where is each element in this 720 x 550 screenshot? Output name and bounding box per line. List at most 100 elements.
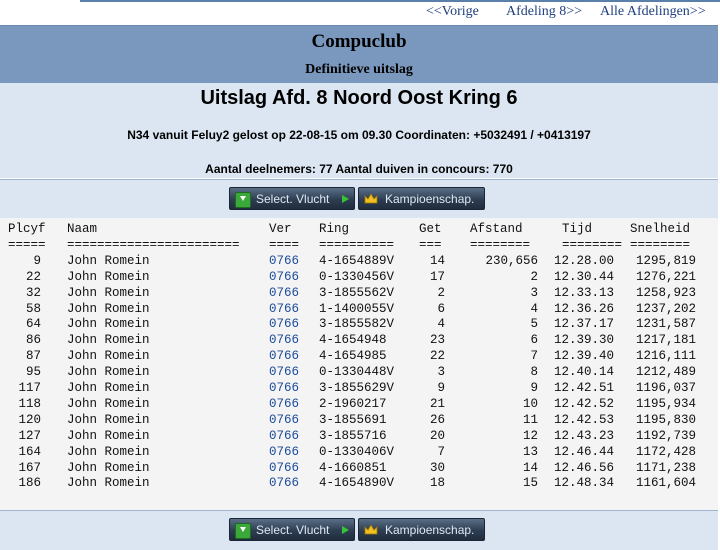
cell-afstand: 2 (530, 269, 538, 284)
nav-all-sections-link[interactable]: Alle Afdelingen>> (600, 4, 706, 20)
select-flight-label: Select. Vlucht (256, 523, 330, 537)
ver-link[interactable]: 0766 (269, 461, 303, 475)
ver-link[interactable]: 0766 (269, 397, 303, 411)
cell-ring: 3-1855629V (319, 381, 395, 395)
cell-naam: John Romein (67, 269, 150, 284)
cell-snelheid: 1217,181 (635, 333, 696, 348)
cell-afstand: 6 (530, 333, 538, 348)
cell-naam: John Romein (67, 317, 150, 332)
cell-plcyf: 117 (18, 381, 41, 395)
cell-snelheid: 1192,739 (635, 428, 696, 443)
cell-naam: John Romein (67, 253, 150, 268)
header-ring: ========== (319, 237, 395, 252)
cell-plcyf: 87 (25, 349, 41, 364)
header-plcyf: ===== (8, 237, 46, 252)
cell-naam: John Romein (67, 381, 150, 395)
ver-link[interactable]: 0766 (269, 365, 303, 379)
cell-ring: 4-1654890V (319, 476, 395, 491)
ver-link[interactable]: 0766 (269, 445, 303, 459)
cell-naam: John Romein (67, 285, 150, 300)
cell-ring: 0-1330406V (319, 444, 395, 459)
cell-snelheid: 1161,604 (635, 476, 696, 491)
cell-tijd: 12.42.53 (553, 412, 614, 427)
championship-label: Kampioenschap. (385, 523, 475, 537)
ver-link[interactable]: 0766 (269, 270, 303, 284)
select-flight-button-bottom[interactable]: Select. Vlucht (229, 518, 355, 541)
cell-naam: John Romein (67, 301, 150, 316)
cell-get: 18 (429, 476, 445, 491)
download-icon (235, 192, 251, 208)
ver-link[interactable]: 0766 (269, 254, 303, 268)
cell-snelheid: 1258,923 (635, 285, 696, 300)
table-row: 127 John Romein 0766 3-1855716 20 12 12.43.23 1… (0, 429, 718, 445)
download-icon (235, 523, 251, 539)
cell-naam: John Romein (67, 349, 150, 364)
cell-ring: 0-1330456V (319, 269, 395, 284)
nav-section-link[interactable]: Afdeling 8>> (506, 4, 582, 20)
ver-link[interactable]: 0766 (269, 476, 303, 490)
cell-plcyf: 86 (25, 333, 41, 348)
cell-afstand: 11 (522, 412, 538, 427)
ver-link[interactable]: 0766 (269, 381, 303, 395)
cell-snelheid: 1237,202 (635, 301, 696, 316)
cell-ring: 1-1400055V (319, 301, 395, 316)
cell-naam: John Romein (67, 460, 150, 475)
nav-prev-link[interactable]: <<Vorige (426, 4, 479, 20)
cell-snelheid: 1216,111 (635, 349, 696, 364)
cell-naam: John Romein (67, 476, 150, 491)
cell-tijd: 12.33.13 (553, 285, 614, 300)
cell-tijd: 12.36.26 (553, 301, 614, 316)
cell-plcyf: 127 (18, 428, 41, 443)
cell-get: 9 (437, 381, 445, 395)
cell-tijd: 12.28.00 (553, 253, 614, 268)
arrow-right-icon (342, 195, 349, 203)
table-row: 120 John Romein 0766 3-1855691 26 11 12.42.53 1… (0, 413, 718, 429)
cell-naam: John Romein (67, 365, 150, 380)
cell-ring: 4-1660851 (319, 460, 387, 475)
participants-info: Aantal deelnemers: 77 Aantal duiven in c… (205, 162, 513, 176)
cell-naam: John Romein (67, 444, 150, 459)
crown-icon (364, 524, 378, 535)
result-status: Definitieve uitslag (305, 62, 413, 77)
header-band: Compuclub Definitieve uitslag (0, 25, 718, 84)
championship-label: Kampioenschap. (385, 192, 475, 206)
table-row: 118 John Romein 0766 2-1960217 21 10 12.42.52 1… (0, 397, 718, 413)
cell-afstand: 8 (530, 365, 538, 380)
cell-ring: 4-1654985 (319, 349, 387, 364)
cell-tijd: 12.46.44 (553, 444, 614, 459)
cell-plcyf: 64 (25, 317, 41, 332)
table-row: 86 John Romein 0766 4-1654948 23 6 12.39.30 121… (0, 333, 718, 349)
cell-ring: 0-1330448V (319, 365, 395, 380)
cell-afstand: 7 (530, 349, 538, 364)
button-bar-bottom: Select. Vlucht Kampioenschap. (0, 510, 718, 550)
table-row: 186 John Romein 0766 4-1654890V 18 15 12.48.34… (0, 476, 718, 492)
cell-tijd: 12.48.34 (553, 476, 614, 491)
ver-link[interactable]: 0766 (269, 349, 303, 363)
championship-button[interactable]: Kampioenschap. (358, 187, 485, 210)
release-info: N34 vanuit Feluy2 gelost op 22-08-15 om … (127, 128, 591, 142)
cell-get: 22 (429, 349, 445, 364)
header-naam: ======================= (67, 237, 240, 252)
table-row: 95 John Romein 0766 0-1330448V 3 8 12.40.14 121… (0, 365, 718, 381)
ver-link[interactable]: 0766 (269, 302, 303, 316)
ver-link[interactable]: 0766 (269, 413, 303, 427)
select-flight-button[interactable]: Select. Vlucht (229, 187, 355, 210)
header-snelheid: ======== (630, 237, 691, 252)
navigation: <<Vorige Afdeling 8>> Alle Afdelingen>> (426, 4, 716, 24)
ver-link[interactable]: 0766 (269, 286, 303, 300)
cell-plcyf: 32 (25, 285, 41, 300)
cell-plcyf: 120 (18, 412, 41, 427)
cell-snelheid: 1196,037 (635, 381, 696, 395)
ver-link[interactable]: 0766 (269, 429, 303, 443)
cell-ring: 3-1855716 (319, 428, 387, 443)
header-afstand: ======== (470, 237, 531, 252)
cell-get: 14 (429, 253, 445, 268)
championship-button-bottom[interactable]: Kampioenschap. (358, 518, 485, 541)
ver-link[interactable]: 0766 (269, 333, 303, 347)
page-title: Uitslag Afd. 8 Noord Oost Kring 6 (200, 87, 518, 109)
cell-ring: 4-1654948 (319, 333, 387, 348)
ver-link[interactable]: 0766 (269, 317, 303, 331)
cell-afstand: 5 (530, 317, 538, 332)
cell-get: 4 (437, 317, 445, 332)
cell-tijd: 12.39.40 (553, 349, 614, 364)
